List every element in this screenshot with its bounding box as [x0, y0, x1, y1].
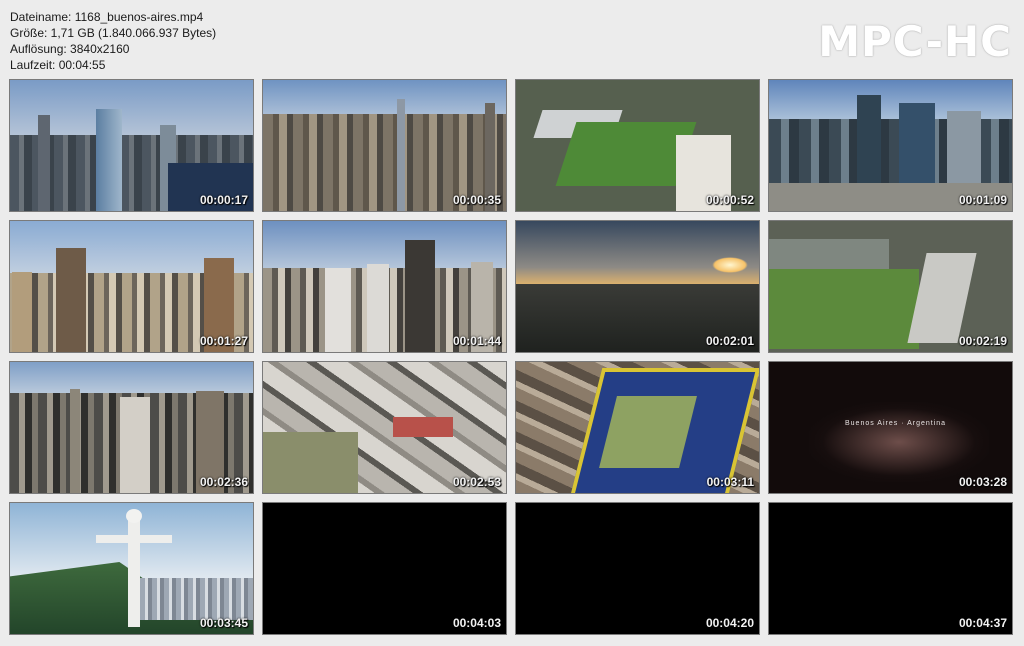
file-size: Größe: 1,71 GB (1.840.066.937 Bytes)	[10, 26, 217, 40]
thumbnail[interactable]: 00:02:53	[262, 361, 507, 494]
scene-skyline	[263, 221, 506, 352]
thumbnail[interactable]: 00:04:03	[262, 502, 507, 635]
scene-skyline	[10, 221, 253, 352]
scene-stadium	[516, 80, 759, 211]
thumbnail[interactable]: 00:04:20	[515, 502, 760, 635]
scene-bombonera-stadium	[516, 362, 759, 493]
thumbnail[interactable]: 00:00:17	[9, 79, 254, 212]
scene-stadium-aerial	[769, 221, 1012, 352]
scene-sunset	[516, 221, 759, 352]
scene-black	[769, 503, 1012, 634]
mpc-hc-logo: MPC-HC	[818, 17, 1012, 66]
file-resolution: Auflösung: 3840x2160	[10, 42, 130, 56]
thumbnail[interactable]: 00:01:27	[9, 220, 254, 353]
timestamp: 00:00:52	[705, 193, 754, 207]
thumbnail[interactable]: 00:03:11	[515, 361, 760, 494]
scene-office-towers	[769, 80, 1012, 211]
scene-skyline	[10, 362, 253, 493]
timestamp: 00:01:27	[199, 334, 248, 348]
timestamp: 00:00:17	[199, 193, 248, 207]
scene-title-card: Buenos Aires · Argentina	[769, 362, 1012, 493]
timestamp: 00:04:03	[452, 616, 501, 630]
thumbnail[interactable]: 00:01:44	[262, 220, 507, 353]
thumbnail[interactable]: 00:02:01	[515, 220, 760, 353]
scene-top-down-city	[263, 362, 506, 493]
timestamp: 00:00:35	[452, 193, 501, 207]
scene-black	[516, 503, 759, 634]
thumbnail[interactable]: 00:03:45	[9, 502, 254, 635]
file-info: Dateiname: 1168_buenos-aires.mp4 Größe: …	[10, 9, 216, 73]
timestamp: 00:03:11	[706, 475, 754, 489]
thumbnail[interactable]: 00:04:37	[768, 502, 1013, 635]
scene-skyline-towers	[10, 80, 253, 211]
timestamp: 00:02:19	[958, 334, 1007, 348]
thumbnail-grid: 00:00:17 00:00:35 00:00:52 00:01:09 00:0…	[9, 79, 1013, 635]
timestamp: 00:04:20	[705, 616, 754, 630]
timestamp: 00:01:44	[452, 334, 501, 348]
thumbnail[interactable]: 00:02:19	[768, 220, 1013, 353]
timestamp: 00:01:09	[958, 193, 1007, 207]
title-card-text: Buenos Aires · Argentina	[845, 420, 947, 427]
timestamp: 00:03:45	[199, 616, 248, 630]
timestamp: 00:02:01	[705, 334, 754, 348]
scene-christ-statue	[10, 503, 253, 634]
scene-black	[263, 503, 506, 634]
thumbnail[interactable]: Buenos Aires · Argentina 00:03:28	[768, 361, 1013, 494]
timestamp: 00:03:28	[958, 475, 1007, 489]
timestamp: 00:02:36	[199, 475, 248, 489]
timestamp: 00:04:37	[958, 616, 1007, 630]
file-name: Dateiname: 1168_buenos-aires.mp4	[10, 10, 204, 24]
thumbnail[interactable]: 00:01:09	[768, 79, 1013, 212]
thumbnail[interactable]: 00:00:35	[262, 79, 507, 212]
timestamp: 00:02:53	[452, 475, 501, 489]
file-duration: Laufzeit: 00:04:55	[10, 58, 106, 72]
thumbnail[interactable]: 00:00:52	[515, 79, 760, 212]
thumbnail[interactable]: 00:02:36	[9, 361, 254, 494]
scene-dense-city	[263, 80, 506, 211]
